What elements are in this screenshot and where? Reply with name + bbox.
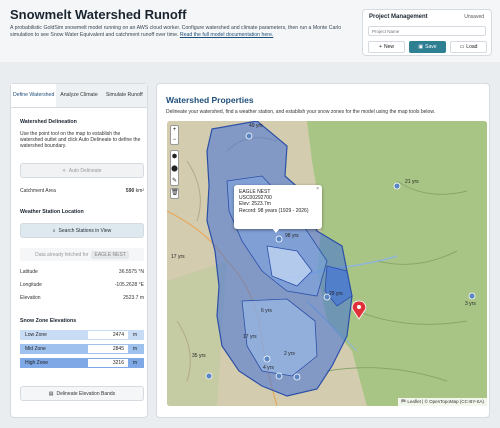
fetched-status: Data already fetched for EAGLE NEST: [20, 248, 144, 261]
page-title: Snowmelt Watershed Runoff: [10, 7, 187, 22]
station-label: 35 yrs: [192, 353, 206, 359]
station-label: 6 yrs: [261, 308, 272, 314]
station-label: 2 yrs: [284, 351, 295, 357]
page-description: A probabilistic GoldSim snowmelt model r…: [10, 25, 355, 39]
main-title: Watershed Properties: [166, 95, 254, 105]
load-button[interactable]: ▭ Load: [450, 41, 487, 53]
zoom-in-button[interactable]: +: [171, 126, 178, 136]
longitude-row: Longitude -105.2628 °E: [20, 282, 144, 288]
app-header: Snowmelt Watershed Runoff A probabilisti…: [0, 0, 500, 62]
trash-icon[interactable]: 🗑: [171, 189, 179, 198]
station-label: 21 yrs: [405, 179, 419, 185]
tab-bar: Define Watershed Analyze Climate Simulat…: [11, 84, 147, 108]
save-icon: ▣: [418, 44, 424, 50]
delineate-bands-button[interactable]: ▤ Delineate Elevation Bands: [20, 386, 144, 401]
catchment-area-row: Catchment Area 590 km²: [20, 188, 144, 194]
project-management-panel: Project Management Unsaved +New ▣Save ▭L…: [362, 9, 492, 56]
mid-zone-input[interactable]: 2845: [88, 345, 128, 353]
plus-icon: +: [379, 44, 382, 50]
description-text: A probabilistic GoldSim snowmelt model r…: [10, 25, 342, 39]
map-attribution[interactable]: 🏁 Leaflet | © OpenTopoMap (CC-BY-SA): [397, 398, 487, 406]
tab-analyze-climate[interactable]: Analyze Climate: [56, 84, 102, 107]
station-label: 17 yrs: [171, 254, 185, 260]
station-label: 29 yrs: [329, 291, 343, 297]
station-label: 3 yrs: [465, 301, 476, 307]
close-icon[interactable]: ×: [316, 186, 319, 192]
layers-icon: ▤: [48, 390, 54, 397]
sidebar-panel: Define Watershed Analyze Climate Simulat…: [10, 83, 148, 418]
search-stations-button[interactable]: ⌕ Search Stations in View: [20, 223, 144, 238]
station-label: 4 yrs: [263, 365, 274, 371]
project-status: Unsaved: [464, 14, 484, 20]
map-canvas: [167, 121, 487, 406]
station-label: 17 yrs: [243, 334, 257, 340]
catchment-area-value: 590 km²: [125, 188, 144, 194]
map-view[interactable]: + − ⬢ ⬤ ✎ 🗑 49 yrs 17 yrs 21 yrs 98 yrs …: [167, 121, 487, 406]
station-heading: Weather Station Location: [20, 209, 84, 215]
documentation-link[interactable]: Read the full model documentation here.: [180, 32, 273, 38]
low-zone-row: Low Zone 2474 m: [20, 330, 144, 340]
save-button[interactable]: ▣ Save: [409, 41, 446, 53]
mid-zone-row: Mid Zone 2845 m: [20, 344, 144, 354]
folder-icon: ▭: [459, 44, 465, 50]
popup-station-record: Record: 98 years (1929 - 2026): [239, 207, 309, 214]
fetched-station-badge: EAGLE NEST: [91, 250, 129, 259]
high-zone-row: High Zone 3216 m: [20, 358, 144, 368]
search-icon: ⌕: [52, 227, 56, 234]
zoom-out-button[interactable]: −: [171, 136, 178, 146]
draw-toolbar: ⬢ ⬤ ✎: [170, 150, 179, 186]
auto-delineate-button[interactable]: ⟡ Auto Delineate: [20, 163, 144, 178]
main-description: Delineate your watershed, find a weather…: [166, 109, 436, 115]
low-zone-input[interactable]: 2474: [88, 331, 128, 339]
zoom-control: + −: [170, 125, 179, 145]
new-button[interactable]: + New: [368, 41, 405, 53]
magic-wand-icon: ⟡: [62, 167, 66, 174]
station-label: 49 yrs: [249, 123, 263, 129]
main-panel: Watershed Properties Delineate your wate…: [156, 83, 490, 418]
elevation-row: Elevation 2523.7 m: [20, 295, 144, 301]
delineation-instructions: Use the point tool on the map to establi…: [20, 131, 141, 150]
project-panel-title: Project Management: [369, 14, 428, 20]
tab-define-watershed[interactable]: Define Watershed: [11, 84, 57, 107]
station-label: 98 yrs: [285, 233, 299, 239]
latitude-row: Latitude 36.5575 °N: [20, 269, 144, 275]
point-tool-icon[interactable]: ⬤: [171, 163, 178, 175]
high-zone-input[interactable]: 3216: [88, 359, 128, 367]
zones-heading: Snow Zone Elevations: [20, 318, 77, 324]
delete-tool: 🗑: [170, 188, 179, 199]
polygon-tool-icon[interactable]: ⬢: [171, 151, 178, 163]
station-popup: × EAGLE NEST USC00292700 Elev: 2523.7m R…: [234, 185, 322, 229]
project-name-input[interactable]: [368, 26, 486, 36]
edit-icon[interactable]: ✎: [171, 175, 178, 187]
catchment-area-label: Catchment Area: [20, 188, 56, 194]
tab-simulate-runoff[interactable]: Simulate Runoff: [101, 84, 147, 107]
popup-tip: [272, 228, 280, 233]
delineation-heading: Watershed Delineation: [20, 119, 77, 125]
